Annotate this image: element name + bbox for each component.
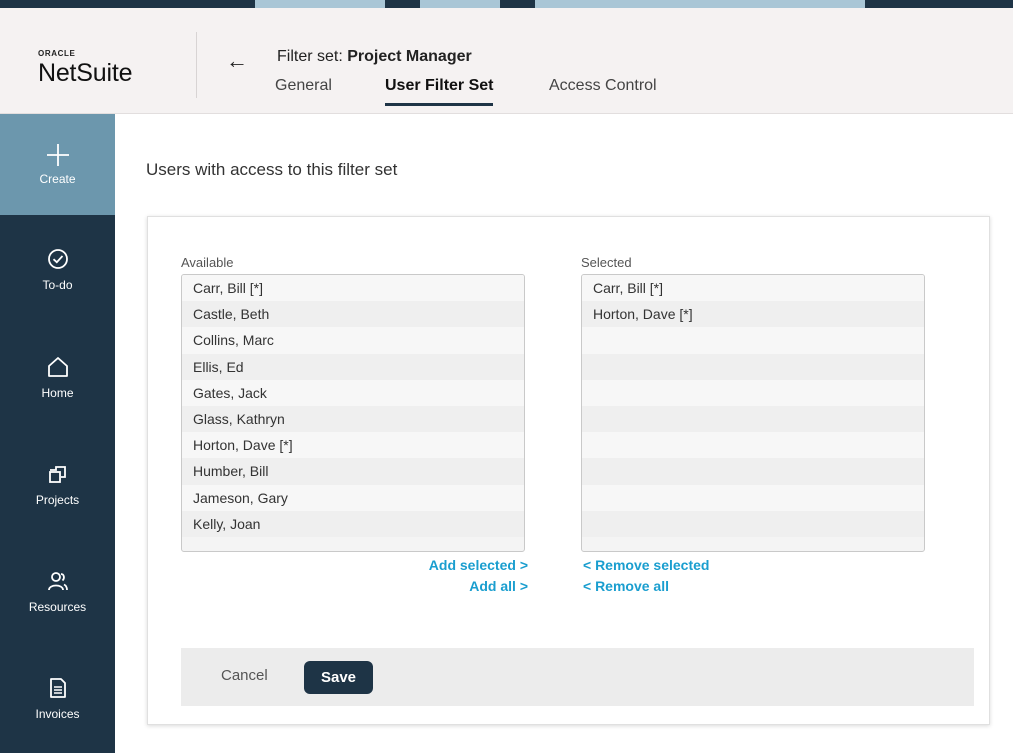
tab-general[interactable]: General — [275, 77, 332, 103]
list-item-empty — [582, 432, 924, 459]
list-item[interactable]: Carr, Bill [*] — [182, 275, 524, 302]
sidebar-item-label: Resources — [28, 600, 87, 614]
page-title-value: Project Manager — [347, 48, 472, 65]
list-item-empty — [582, 510, 924, 537]
list-item[interactable]: Glass, Kathryn — [182, 405, 524, 433]
add-all-link[interactable]: Add all > — [469, 578, 528, 594]
sidebar-item-create[interactable]: Create — [0, 114, 115, 215]
sidebar-item-label: Projects — [35, 493, 80, 507]
sidebar-item-label: Invoices — [35, 707, 80, 721]
page-header: ORACLE NetSuite ← Filter set: Project Ma… — [0, 8, 1013, 114]
list-item[interactable]: Castle, Beth — [182, 301, 524, 328]
sidebar: Create To-do Home Projects Resources Inv… — [0, 114, 115, 753]
list-item[interactable]: Jameson, Gary — [182, 484, 524, 511]
page-title-prefix: Filter set: — [277, 48, 348, 65]
list-item-empty — [582, 327, 924, 354]
list-item[interactable]: Gates, Jack — [182, 379, 524, 406]
tab-access-control[interactable]: Access Control — [549, 77, 657, 103]
available-label: Available — [181, 255, 234, 270]
sidebar-item-label: Create — [39, 172, 76, 186]
filter-card: Available Carr, Bill [*] Castle, Beth Co… — [147, 216, 990, 725]
band-shape — [255, 0, 385, 8]
invoice-icon — [0, 675, 115, 705]
band-shape — [420, 0, 500, 8]
people-icon — [0, 568, 115, 598]
page-title: Filter set: Project Manager — [277, 48, 472, 66]
list-item-empty — [582, 379, 924, 406]
netsuite-logo[interactable]: ORACLE NetSuite — [38, 49, 132, 88]
selected-listbox[interactable]: Carr, Bill [*] Horton, Dave [*] — [581, 274, 925, 552]
available-listbox[interactable]: Carr, Bill [*] Castle, Beth Collins, Mar… — [181, 274, 525, 552]
back-arrow-icon[interactable]: ← — [226, 50, 248, 72]
list-item[interactable]: Horton, Dave [*] — [182, 432, 524, 459]
list-item[interactable]: Humber, Bill — [182, 458, 524, 485]
list-item-empty — [582, 458, 924, 485]
form-footer: Cancel Save — [181, 648, 974, 706]
logo-oracle-text: ORACLE — [38, 49, 76, 58]
list-item[interactable]: Collins, Marc — [182, 327, 524, 354]
section-title: Users with access to this filter set — [146, 160, 398, 179]
band-shape — [535, 0, 865, 8]
sidebar-item-invoices[interactable]: Invoices — [0, 675, 115, 721]
projects-icon — [0, 461, 115, 491]
list-item[interactable]: Horton, Dave [*] — [582, 301, 924, 328]
sidebar-item-label: Home — [41, 386, 74, 400]
sidebar-item-resources[interactable]: Resources — [0, 568, 115, 614]
list-item[interactable]: Ellis, Ed — [182, 353, 524, 380]
list-item[interactable]: Kelly, Joan — [182, 510, 524, 537]
list-item-empty — [582, 353, 924, 380]
logo-netsuite-text: NetSuite — [38, 59, 133, 87]
list-item[interactable]: Carr, Bill [*] — [582, 275, 924, 302]
selected-label: Selected — [581, 255, 632, 270]
check-circle-icon — [0, 246, 115, 276]
save-button[interactable]: Save — [304, 661, 373, 694]
remove-all-link[interactable]: < Remove all — [583, 578, 669, 594]
remove-selected-link[interactable]: < Remove selected — [583, 557, 709, 573]
sidebar-item-projects[interactable]: Projects — [0, 461, 115, 507]
top-decorative-band — [0, 0, 1013, 8]
sidebar-item-home[interactable]: Home — [0, 354, 115, 400]
header-divider — [196, 32, 197, 98]
plus-icon — [0, 114, 115, 170]
sidebar-item-todo[interactable]: To-do — [0, 246, 115, 292]
tab-user-filter-set[interactable]: User Filter Set — [385, 77, 494, 106]
sidebar-item-label: To-do — [42, 278, 73, 292]
list-item-empty — [582, 484, 924, 511]
cancel-button[interactable]: Cancel — [221, 667, 268, 684]
list-item-empty — [582, 405, 924, 433]
add-selected-link[interactable]: Add selected > — [429, 557, 528, 573]
home-icon — [0, 354, 115, 384]
